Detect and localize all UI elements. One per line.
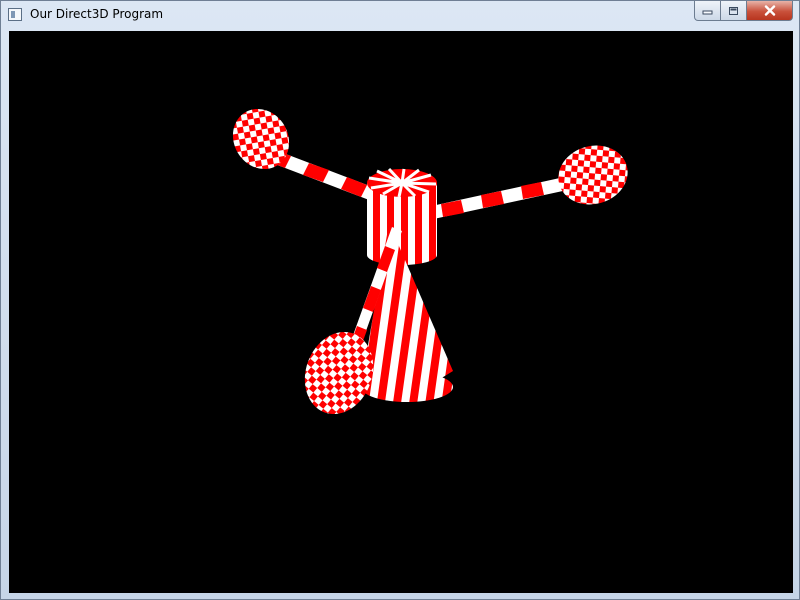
rod-right: [427, 176, 572, 220]
central-cylinder: [367, 167, 437, 265]
minimize-icon: [702, 10, 713, 15]
maximize-icon: [729, 6, 738, 15]
window-title: Our Direct3D Program: [30, 7, 164, 21]
close-button[interactable]: [747, 1, 793, 21]
window-controls: [694, 1, 793, 21]
minimize-button[interactable]: [694, 1, 721, 21]
app-window: Our Direct3D Program: [0, 0, 800, 600]
close-icon: [764, 5, 775, 16]
sphere-right: [558, 145, 628, 205]
render-scene: [232, 108, 628, 415]
maximize-button[interactable]: [721, 1, 747, 21]
direct3d-viewport[interactable]: [9, 31, 793, 593]
title-bar[interactable]: Our Direct3D Program: [1, 1, 799, 30]
app-icon[interactable]: [8, 8, 22, 21]
